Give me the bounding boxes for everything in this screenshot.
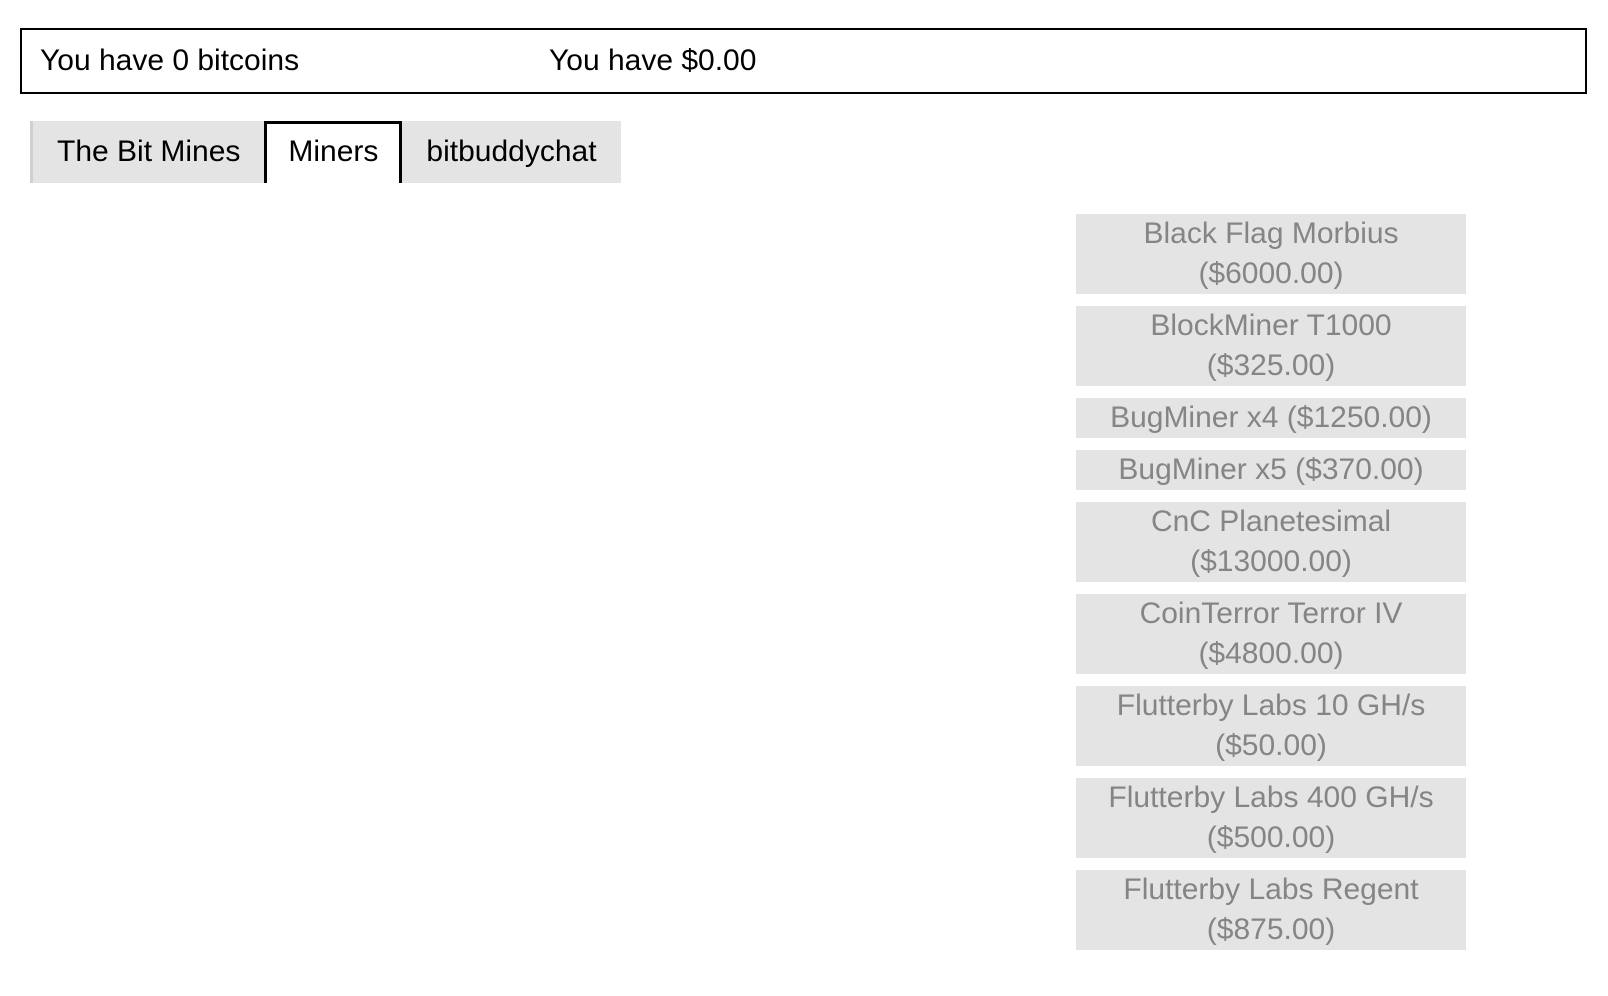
buy-miner-button[interactable]: Black Flag Morbius ($6000.00) <box>1076 214 1466 294</box>
tab-bar: The Bit Mines Miners bitbuddychat <box>30 121 621 183</box>
buy-miner-button[interactable]: Flutterby Labs 10 GH/s ($50.00) <box>1076 686 1466 766</box>
tab-miners[interactable]: Miners <box>264 121 403 183</box>
buy-miner-button[interactable]: BugMiner x4 ($1250.00) <box>1076 398 1466 438</box>
dollar-balance: You have $0.00 <box>549 44 757 77</box>
buy-miner-button[interactable]: BugMiner x5 ($370.00) <box>1076 450 1466 490</box>
miners-list: Black Flag Morbius ($6000.00) BlockMiner… <box>1076 214 1466 962</box>
tab-the-bit-mines[interactable]: The Bit Mines <box>30 121 265 183</box>
status-bar: You have 0 bitcoins You have $0.00 <box>20 28 1587 94</box>
buy-miner-button[interactable]: BlockMiner T1000 ($325.00) <box>1076 306 1466 386</box>
bitcoin-balance: You have 0 bitcoins <box>40 44 300 77</box>
buy-miner-button[interactable]: Flutterby Labs 400 GH/s ($500.00) <box>1076 778 1466 858</box>
tab-bitbuddychat[interactable]: bitbuddychat <box>402 121 621 183</box>
buy-miner-button[interactable]: CnC Planetesimal ($13000.00) <box>1076 502 1466 582</box>
buy-miner-button[interactable]: Flutterby Labs Regent ($875.00) <box>1076 870 1466 950</box>
buy-miner-button[interactable]: CoinTerror Terror IV ($4800.00) <box>1076 594 1466 674</box>
